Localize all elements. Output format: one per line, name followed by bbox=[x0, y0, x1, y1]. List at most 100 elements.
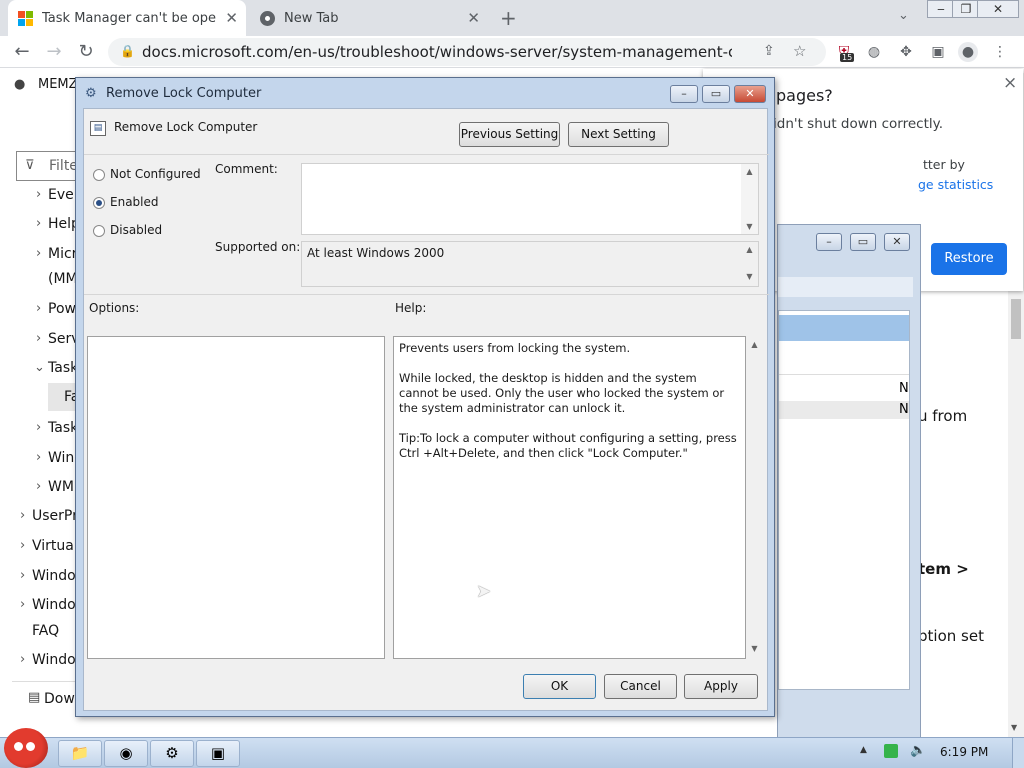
supported-scrollbar[interactable]: ▲ ▼ bbox=[741, 242, 758, 286]
flag-extension-icon[interactable]: ◍ bbox=[864, 42, 884, 62]
nav-item[interactable]: Micr bbox=[48, 246, 77, 262]
scroll-up-arrow-icon[interactable]: ▲ bbox=[741, 167, 758, 176]
nav-item[interactable]: Winl bbox=[48, 450, 78, 466]
bg-minimize-icon[interactable]: – bbox=[816, 233, 842, 251]
scroll-down-arrow-icon[interactable]: ▼ bbox=[741, 272, 758, 281]
minimize-button[interactable]: ‒ bbox=[927, 0, 955, 18]
supported-on-value: At least Windows 2000 bbox=[307, 246, 445, 260]
show-desktop-button[interactable] bbox=[1012, 738, 1024, 768]
scroll-up-arrow-icon[interactable]: ▲ bbox=[746, 340, 763, 349]
cancel-button[interactable]: Cancel bbox=[604, 674, 677, 699]
menu-dots-icon[interactable]: ⋮ bbox=[990, 42, 1010, 62]
nav-item[interactable]: Windo bbox=[32, 597, 76, 613]
side-panel-icon[interactable]: ▣ bbox=[928, 42, 948, 62]
taskbar-app-icon[interactable]: ▣ bbox=[196, 740, 240, 767]
restore-button[interactable]: ❐ bbox=[952, 0, 980, 18]
bg-selected-row[interactable] bbox=[779, 315, 909, 341]
setting-icon: ▤ bbox=[90, 121, 106, 136]
chevron-right-icon[interactable]: › bbox=[36, 187, 41, 202]
taskbar-chrome-icon[interactable]: ◉ bbox=[104, 740, 148, 767]
nav-item[interactable]: (MM bbox=[48, 271, 78, 287]
tray-expand-icon[interactable]: ▲ bbox=[860, 745, 867, 755]
page-top-label: MEMZ bbox=[38, 77, 78, 92]
chevron-right-icon[interactable]: › bbox=[20, 652, 25, 667]
download-label: Dow bbox=[44, 691, 75, 707]
ok-button[interactable]: OK bbox=[523, 674, 596, 699]
nav-item[interactable]: Windo bbox=[32, 568, 76, 584]
taskbar-gpedit-icon[interactable]: ⚙ bbox=[150, 740, 194, 767]
bg-maximize-icon[interactable]: ▭ bbox=[850, 233, 876, 251]
scroll-up-arrow-icon[interactable]: ▲ bbox=[741, 245, 758, 254]
back-arrow-icon[interactable]: ← bbox=[10, 40, 34, 64]
radio-circle[interactable] bbox=[93, 225, 105, 237]
apply-button[interactable]: Apply bbox=[684, 674, 758, 699]
dialog-minimize-icon[interactable]: – bbox=[670, 85, 698, 103]
chevron-right-icon[interactable]: › bbox=[36, 479, 41, 494]
chevron-right-icon[interactable]: › bbox=[20, 508, 25, 523]
dialog-maximize-icon[interactable]: ▭ bbox=[702, 85, 730, 103]
chevron-right-icon[interactable]: › bbox=[36, 301, 41, 316]
chevron-right-icon[interactable]: › bbox=[36, 216, 41, 231]
nav-item[interactable]: Task bbox=[48, 420, 78, 436]
bg-close-icon[interactable]: ✕ bbox=[884, 233, 910, 251]
taskbar-explorer-icon[interactable]: 📁 bbox=[58, 740, 102, 767]
chevron-right-icon[interactable]: › bbox=[36, 246, 41, 261]
usage-statistics-link[interactable]: ge statistics bbox=[918, 177, 993, 192]
chevron-right-icon[interactable]: › bbox=[20, 597, 25, 612]
comment-scrollbar[interactable]: ▲ ▼ bbox=[741, 164, 758, 234]
radio-label: Enabled bbox=[110, 195, 159, 209]
chevron-down-icon[interactable]: ⌄ bbox=[34, 360, 45, 375]
scroll-down-arrow-icon[interactable]: ▼ bbox=[746, 644, 763, 653]
restore-button[interactable]: Restore bbox=[931, 243, 1007, 275]
chevron-right-icon[interactable]: › bbox=[20, 568, 25, 583]
help-scrollbar[interactable]: ▲ ▼ bbox=[746, 336, 763, 659]
bookmark-star-icon[interactable]: ☆ bbox=[793, 42, 806, 60]
next-setting-button[interactable]: Next Setting bbox=[568, 122, 669, 147]
github-icon: ● bbox=[14, 77, 26, 92]
share-icon[interactable]: ⇪ bbox=[763, 43, 775, 59]
start-button[interactable] bbox=[4, 728, 48, 768]
nav-item[interactable]: WM bbox=[48, 479, 74, 495]
chevron-right-icon[interactable]: › bbox=[36, 450, 41, 465]
tray-battery-icon[interactable] bbox=[884, 744, 898, 758]
bubble-close-icon[interactable]: × bbox=[1003, 73, 1017, 93]
chevron-right-icon[interactable]: › bbox=[36, 420, 41, 435]
nav-item-selected[interactable]: Fa bbox=[48, 383, 79, 411]
radio-circle-selected[interactable] bbox=[93, 197, 105, 209]
address-bar[interactable]: 🔒 docs.microsoft.com/en-us/troubleshoot/… bbox=[108, 38, 826, 66]
tab-search-icon[interactable]: ⌄ bbox=[898, 8, 909, 23]
close-tab-icon[interactable]: ✕ bbox=[225, 9, 238, 27]
comment-textarea[interactable]: ▲ ▼ bbox=[301, 163, 759, 235]
bg-list-row[interactable] bbox=[779, 401, 909, 419]
options-label: Options: bbox=[89, 301, 140, 315]
scroll-down-arrow-icon[interactable]: ▼ bbox=[741, 222, 758, 231]
profile-avatar-icon[interactable]: ● bbox=[958, 42, 978, 62]
chevron-right-icon[interactable]: › bbox=[20, 538, 25, 553]
setting-name: Remove Lock Computer bbox=[114, 120, 258, 134]
puzzle-extensions-icon[interactable]: ✥ bbox=[896, 42, 916, 62]
previous-setting-button[interactable]: Previous Setting bbox=[459, 122, 560, 147]
download-pdf-area[interactable]: ▤ Dow bbox=[12, 681, 82, 715]
tab-new-tab[interactable]: New Tab ✕ bbox=[250, 0, 488, 36]
close-tab-icon[interactable]: ✕ bbox=[467, 9, 480, 27]
dialog-close-icon[interactable]: ✕ bbox=[734, 85, 766, 103]
nav-item[interactable]: Windo bbox=[32, 652, 76, 668]
page-scroll-thumb[interactable] bbox=[1011, 299, 1021, 339]
taskbar: 📁 ◉ ⚙ ▣ ▲ 🔈 6:19 PM bbox=[0, 728, 1024, 768]
tray-volume-icon[interactable]: 🔈 bbox=[910, 743, 926, 758]
nav-item[interactable]: FAQ bbox=[32, 623, 59, 639]
nav-item[interactable]: Pow bbox=[48, 301, 76, 317]
bg-list-header bbox=[779, 355, 909, 375]
tab-task-manager[interactable]: Task Manager can't be opened ✕ bbox=[8, 0, 246, 36]
forward-arrow-icon[interactable]: → bbox=[42, 40, 66, 64]
nav-item[interactable]: Task bbox=[48, 360, 78, 376]
scroll-down-arrow-icon[interactable]: ▼ bbox=[1011, 723, 1017, 732]
radio-circle[interactable] bbox=[93, 169, 105, 181]
comment-label: Comment: bbox=[215, 162, 278, 176]
close-window-button[interactable]: ✕ bbox=[977, 0, 1019, 18]
taskbar-clock[interactable]: 6:19 PM bbox=[940, 745, 988, 759]
new-tab-button[interactable]: + bbox=[500, 6, 517, 30]
reload-icon[interactable]: ↻ bbox=[74, 40, 98, 64]
bg-window-toolbar bbox=[778, 277, 913, 297]
chevron-right-icon[interactable]: › bbox=[36, 331, 41, 346]
